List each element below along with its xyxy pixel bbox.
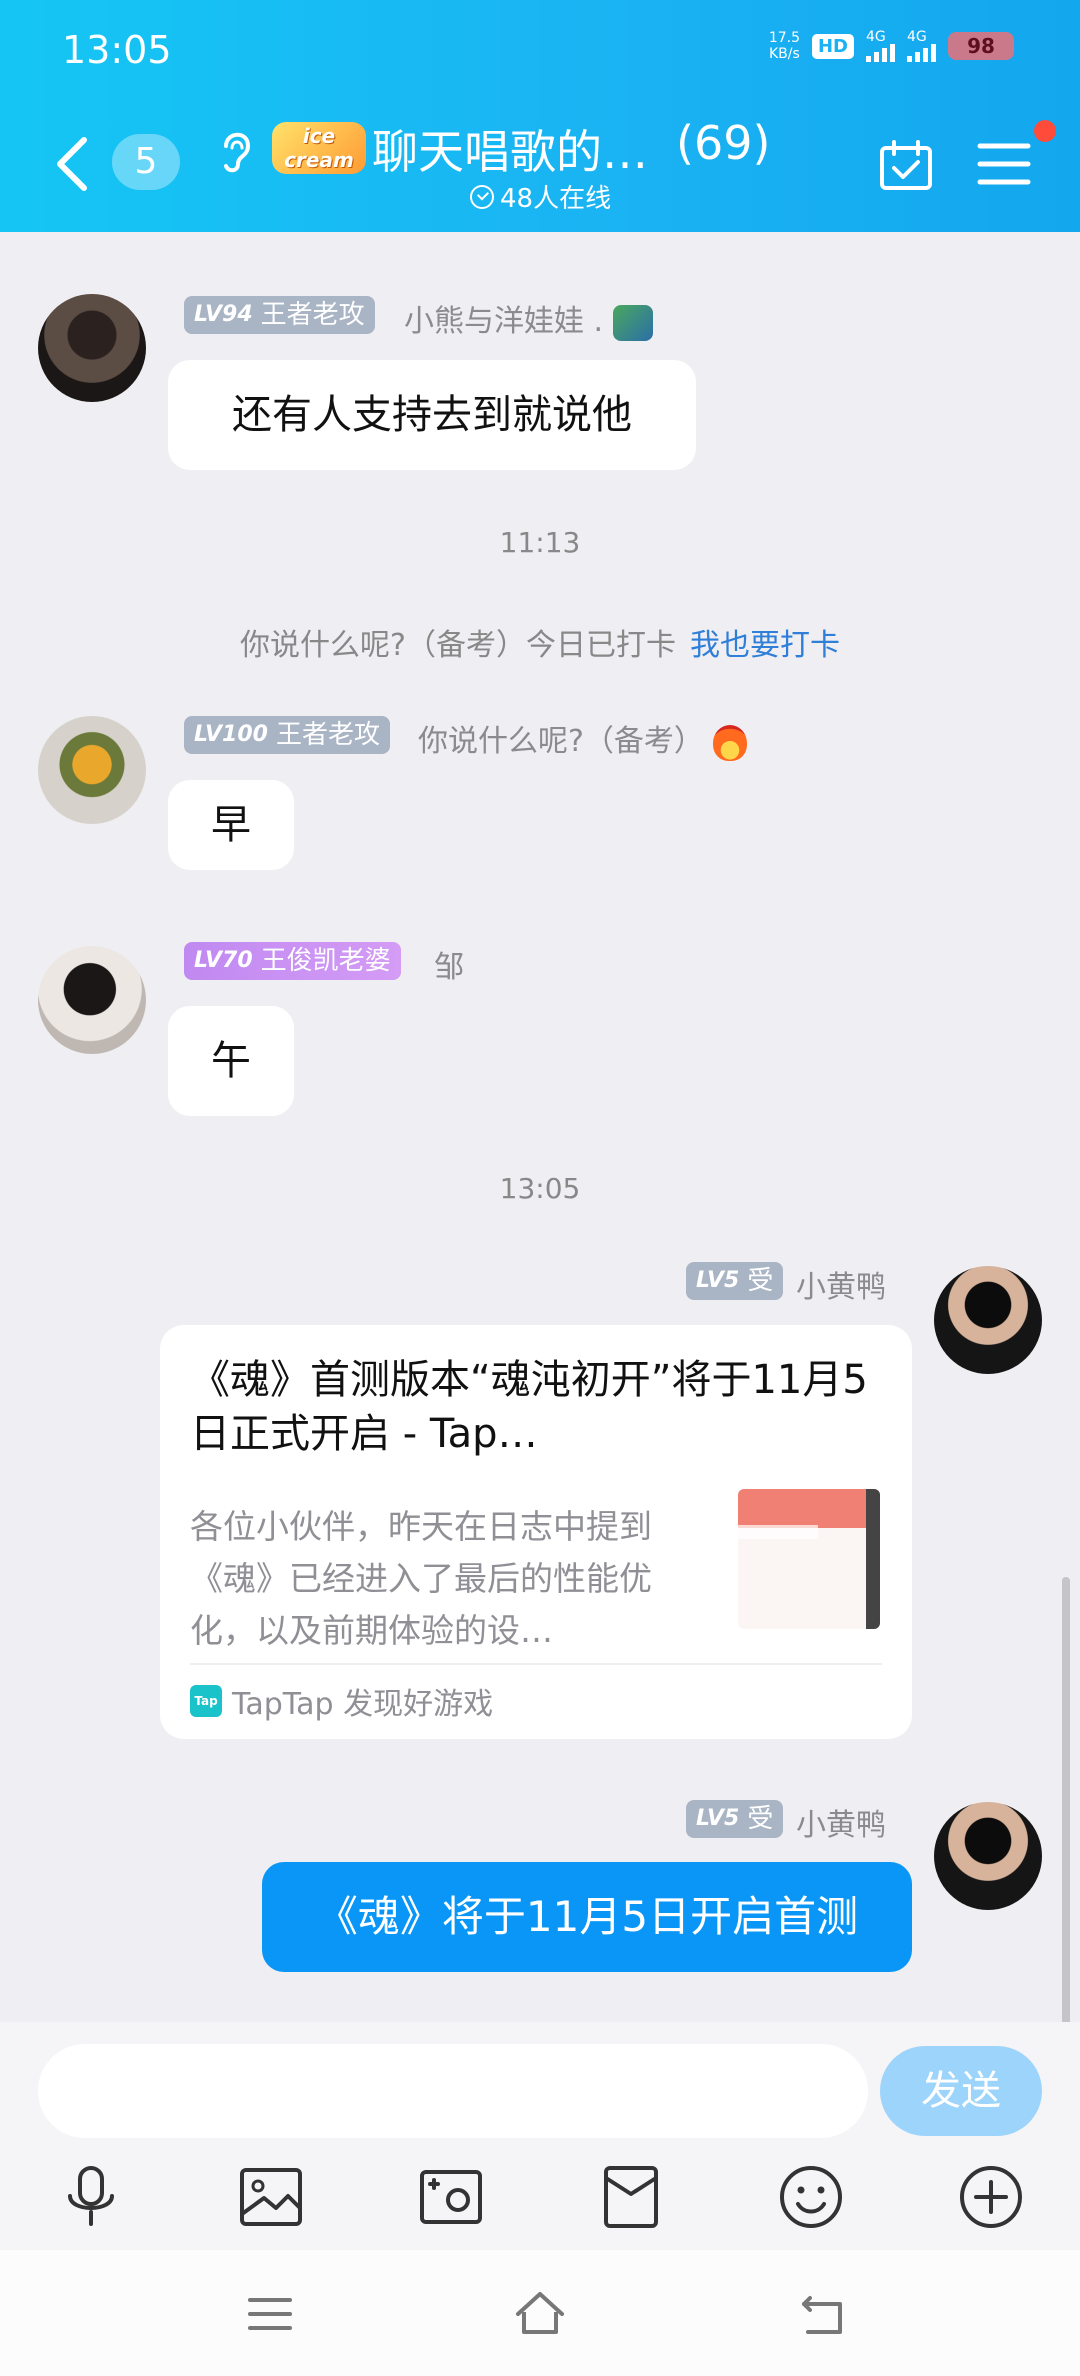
card-divider bbox=[190, 1663, 882, 1665]
group-title[interactable]: 聊天唱歌的… bbox=[372, 116, 648, 182]
card-title: 《魂》首测版本“魂沌初开”将于11月5日正式开启 - Tap… bbox=[190, 1357, 868, 1457]
ear-icon[interactable] bbox=[218, 126, 254, 174]
avatar[interactable] bbox=[38, 716, 146, 824]
chat-area[interactable]: LV94 王者老攻 小熊与洋娃娃 . 还有人支持去到就说他 11:13 你说什么… bbox=[0, 232, 1080, 2022]
system-nav-bar bbox=[0, 2250, 1080, 2376]
member-badge: LV5 受 bbox=[686, 1262, 784, 1300]
sender-nickname[interactable]: 你说什么呢?（备考） bbox=[418, 716, 748, 761]
image-icon[interactable] bbox=[236, 2162, 306, 2232]
hamburger-menu-icon[interactable] bbox=[976, 140, 1032, 188]
member-badge: LV70 王俊凯老婆 bbox=[184, 942, 401, 980]
mic-icon[interactable] bbox=[56, 2162, 126, 2232]
avatar[interactable] bbox=[934, 1266, 1042, 1374]
sender-nickname[interactable]: 小熊与洋娃娃 . bbox=[404, 296, 653, 341]
net-speed: 17.5 KB/s bbox=[768, 30, 800, 62]
avatar[interactable] bbox=[38, 946, 146, 1054]
sent-message-bubble[interactable]: 《魂》将于11月5日开启首测 bbox=[262, 1862, 912, 1972]
sender-nickname[interactable]: 小黄鸭 bbox=[796, 1262, 886, 1306]
online-status: 48人在线 bbox=[470, 178, 611, 215]
sender-nickname[interactable]: 邹 bbox=[434, 942, 464, 986]
home-icon[interactable] bbox=[512, 2286, 568, 2342]
notification-dot bbox=[1034, 120, 1056, 142]
hd-icon: HD bbox=[811, 33, 854, 59]
card-description: 各位小伙伴，昨天在日志中提到《魂》已经进入了最后的性能优化，以及前期体验的设… bbox=[190, 1507, 652, 1650]
chat-scrollbar[interactable] bbox=[1062, 1577, 1070, 2022]
checkin-link[interactable]: 我也要打卡 bbox=[690, 628, 840, 663]
check-circle-icon bbox=[470, 184, 494, 209]
member-badge: LV5 受 bbox=[686, 1800, 784, 1838]
unread-count-badge[interactable]: 5 bbox=[112, 134, 180, 190]
back-arrow-icon[interactable] bbox=[52, 134, 92, 194]
group-logo: ice cream bbox=[272, 122, 366, 174]
signal-icon: 4G bbox=[866, 30, 895, 62]
plus-icon[interactable] bbox=[956, 2162, 1026, 2232]
dragon-emoji-icon bbox=[612, 304, 653, 341]
signal-icon-2: 4G bbox=[907, 30, 936, 62]
back-icon[interactable] bbox=[796, 2286, 852, 2342]
message-input[interactable] bbox=[38, 2044, 868, 2138]
timestamp: 13:05 bbox=[499, 1172, 581, 1205]
taptap-icon: Tap bbox=[190, 1685, 222, 1717]
calendar-checkin-icon[interactable] bbox=[878, 138, 934, 192]
battery-icon: 98 bbox=[948, 32, 1014, 60]
emoji-icon[interactable] bbox=[776, 2162, 846, 2232]
message-bubble[interactable]: 还有人支持去到就说他 bbox=[168, 360, 696, 470]
link-share-card[interactable]: 《魂》首测版本“魂沌初开”将于11月5日正式开启 - Tap… 各位小伙伴，昨天… bbox=[160, 1325, 912, 1739]
menu-icon[interactable] bbox=[242, 2286, 298, 2342]
status-icons: 17.5 KB/s HD 4G 4G 98 bbox=[769, 30, 1014, 62]
member-count[interactable]: (69) bbox=[676, 116, 770, 170]
chat-header: 13:05 17.5 KB/s HD 4G 4G 98 5 ice cream bbox=[0, 0, 1080, 232]
status-time: 13:05 bbox=[62, 28, 172, 72]
checkin-notice: 你说什么呢?（备考）今日已打卡 我也要打卡 bbox=[240, 628, 840, 663]
message-bubble[interactable]: 早 bbox=[168, 780, 294, 870]
red-packet-icon[interactable] bbox=[596, 2162, 666, 2232]
avatar[interactable] bbox=[934, 1802, 1042, 1910]
camera-icon[interactable] bbox=[416, 2162, 486, 2232]
avatar[interactable] bbox=[38, 294, 146, 402]
member-badge: LV94 王者老攻 bbox=[184, 296, 375, 334]
sender-nickname[interactable]: 小黄鸭 bbox=[796, 1800, 886, 1844]
timestamp: 11:13 bbox=[499, 526, 581, 559]
send-button[interactable]: 发送 bbox=[880, 2046, 1042, 2136]
status-bar: 13:05 17.5 KB/s HD 4G 4G 98 bbox=[0, 0, 1080, 100]
input-area: 发送 bbox=[0, 2022, 1080, 2250]
card-source: Tap TapTap 发现好游戏 bbox=[190, 1679, 493, 1723]
member-badge: LV100 王者老攻 bbox=[184, 716, 390, 754]
card-thumbnail bbox=[738, 1489, 880, 1629]
message-bubble[interactable]: 午 bbox=[168, 1006, 294, 1116]
fire-emoji-icon bbox=[713, 724, 748, 761]
